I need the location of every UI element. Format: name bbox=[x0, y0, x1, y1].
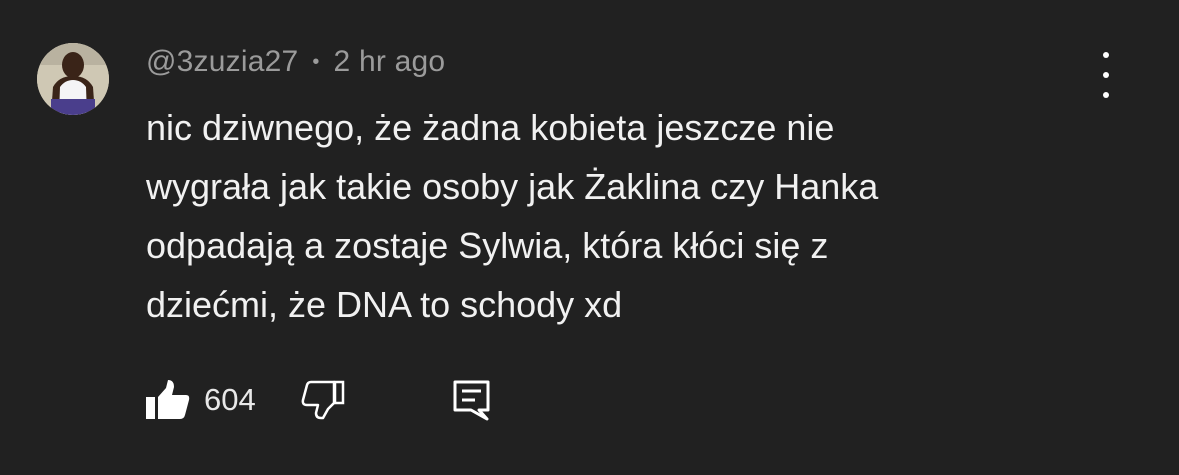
more-options-button[interactable] bbox=[1091, 52, 1121, 98]
dislike-button[interactable] bbox=[301, 380, 345, 420]
timestamp: 2 hr ago bbox=[333, 45, 446, 78]
comment-text: nic dziwnego, że żadna kobieta jeszcze n… bbox=[146, 98, 1086, 334]
more-vertical-icon-dot bbox=[1103, 92, 1109, 98]
more-vertical-icon-dot bbox=[1103, 72, 1109, 78]
thumbs-down-icon bbox=[301, 380, 344, 420]
comment-meta: @3zuzia27 • 2 hr ago bbox=[146, 40, 445, 84]
reply-button[interactable] bbox=[452, 379, 492, 421]
comment-actions: 604 bbox=[146, 372, 492, 428]
thumbs-up-icon bbox=[146, 380, 190, 419]
avatar-image bbox=[37, 43, 109, 115]
username[interactable]: @3zuzia27 bbox=[146, 45, 298, 79]
comment-text-line: odpadają a zostaje Sylwia, która kłóci s… bbox=[146, 225, 829, 266]
comment-text-line: wygrała jak takie osoby jak Żaklina czy … bbox=[146, 166, 879, 207]
like-count: 604 bbox=[204, 382, 256, 417]
comment-card: @3zuzia27 • 2 hr ago nic dziwnego, że ża… bbox=[0, 0, 1179, 475]
comment-text-line: nic dziwnego, że żadna kobieta jeszcze n… bbox=[146, 107, 835, 148]
comment-text-line: dziećmi, że DNA to schody xd bbox=[146, 284, 623, 325]
more-vertical-icon bbox=[1103, 52, 1109, 58]
like-button[interactable]: 604 bbox=[146, 380, 256, 420]
reply-comment-icon bbox=[453, 380, 490, 421]
avatar[interactable] bbox=[37, 43, 109, 115]
meta-separator: • bbox=[312, 50, 320, 73]
